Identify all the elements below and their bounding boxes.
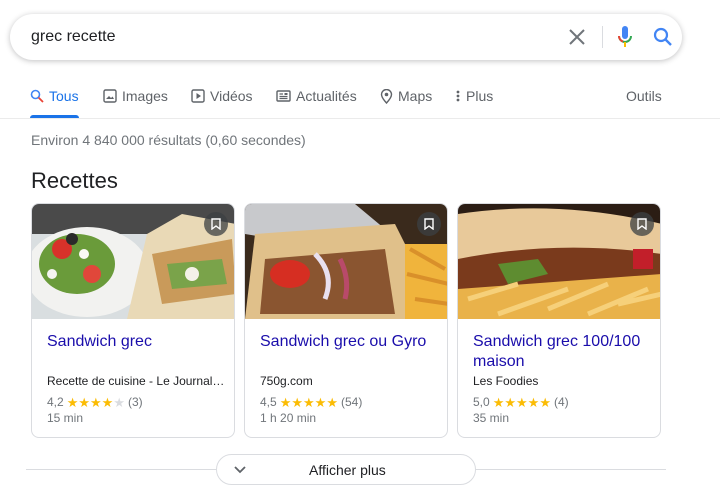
recipe-image	[458, 204, 660, 319]
star-filled-icon: ★	[279, 394, 292, 410]
recipe-source: Recette de cuisine - Le Journal…	[47, 374, 225, 388]
star-filled-icon: ★	[90, 394, 102, 410]
recipe-image	[245, 204, 447, 319]
star-filled-icon: ★	[516, 394, 528, 410]
recipe-image	[32, 204, 234, 319]
search-icon	[30, 89, 44, 103]
recipe-card[interactable]: Sandwich grec ou Gyro 750g.com 4,5 ★ ★ ★ ★ ★…	[244, 203, 448, 438]
close-icon	[569, 29, 585, 45]
tab-label: Plus	[466, 88, 494, 104]
tools-button[interactable]: Outils	[626, 82, 662, 118]
tab-images[interactable]: Images	[103, 82, 168, 118]
tabs-divider	[0, 118, 720, 119]
star-filled-icon: ★	[504, 394, 516, 410]
bookmark-button[interactable]	[204, 212, 228, 236]
recipe-title[interactable]: Sandwich grec 100/100 maison	[473, 332, 653, 372]
recipe-source: 750g.com	[260, 374, 313, 388]
image-icon	[103, 89, 117, 103]
search-bar[interactable]	[10, 14, 682, 60]
review-count: (54)	[340, 395, 363, 409]
star-rating: ★ ★ ★ ★ ★	[280, 396, 338, 409]
recipe-time: 35 min	[473, 411, 510, 425]
star-filled-icon: ★	[291, 394, 303, 410]
recipe-card[interactable]: Sandwich grec Recette de cuisine - Le Jo…	[31, 203, 235, 438]
tab-videos[interactable]: Vidéos	[191, 82, 253, 118]
review-count: (4)	[553, 395, 569, 409]
more-vert-icon	[456, 90, 460, 102]
tab-label: Actualités	[296, 88, 357, 104]
tab-label: Maps	[398, 88, 433, 104]
section-title: Recettes	[31, 168, 118, 193]
star-filled-icon: ★	[539, 394, 551, 410]
search-bar-divider	[602, 26, 603, 48]
show-more-button[interactable]: Afficher plus	[216, 454, 476, 485]
star-empty-icon: ★	[113, 394, 125, 410]
star-filled-icon: ★	[492, 394, 505, 410]
search-tabs: Tous Images Vidéos Actualités Maps Plus …	[0, 82, 720, 118]
search-input[interactable]	[31, 14, 531, 60]
recipe-rating: 4,5 ★ ★ ★ ★ ★ (54)	[260, 395, 362, 409]
bookmark-icon	[211, 218, 221, 230]
review-count: (3)	[127, 395, 143, 409]
star-filled-icon: ★	[101, 394, 114, 410]
recipe-title[interactable]: Sandwich grec ou Gyro	[260, 332, 440, 352]
bookmark-button[interactable]	[630, 212, 654, 236]
recipe-rating: 5,0 ★ ★ ★ ★ ★ (4)	[473, 395, 569, 409]
star-filled-icon: ★	[66, 394, 79, 410]
voice-search-button[interactable]	[613, 25, 637, 49]
rating-value: 4,5	[260, 395, 277, 409]
tools-label: Outils	[626, 88, 662, 104]
bookmark-icon	[424, 218, 434, 230]
tab-label: Vidéos	[210, 88, 253, 104]
recipe-title[interactable]: Sandwich grec	[47, 332, 227, 352]
star-filled-icon: ★	[78, 394, 90, 410]
star-filled-icon: ★	[326, 394, 338, 410]
star-filled-icon: ★	[527, 394, 540, 410]
show-more-label: Afficher plus	[309, 462, 386, 478]
recipe-rating: 4,2 ★ ★ ★ ★ ★ (3)	[47, 395, 143, 409]
tab-label: Tous	[49, 88, 79, 104]
bookmark-icon	[637, 218, 647, 230]
rating-value: 4,2	[47, 395, 64, 409]
tab-tous[interactable]: Tous	[30, 82, 79, 118]
recipe-card[interactable]: Sandwich grec 100/100 maison Les Foodies…	[457, 203, 661, 438]
star-filled-icon: ★	[314, 394, 327, 410]
rating-value: 5,0	[473, 395, 490, 409]
tab-maps[interactable]: Maps	[380, 82, 432, 118]
star-rating: ★ ★ ★ ★ ★	[67, 396, 125, 409]
recipe-time: 15 min	[47, 411, 84, 425]
map-pin-icon	[380, 89, 393, 104]
search-button[interactable]	[651, 25, 675, 49]
tab-label: Images	[122, 88, 168, 104]
clear-search-button[interactable]	[565, 25, 589, 49]
bookmark-button[interactable]	[417, 212, 441, 236]
tab-actualites[interactable]: Actualités	[276, 82, 357, 118]
microphone-icon	[618, 26, 632, 47]
tab-plus[interactable]: Plus	[455, 82, 493, 118]
news-icon	[276, 90, 291, 102]
chevron-down-icon	[234, 466, 246, 474]
result-stats: Environ 4 840 000 résultats (0,60 second…	[31, 132, 306, 148]
recipe-time: 1 h 20 min	[260, 411, 317, 425]
search-icon	[653, 27, 672, 46]
star-rating: ★ ★ ★ ★ ★	[493, 396, 551, 409]
video-icon	[191, 89, 205, 103]
recipe-source: Les Foodies	[473, 374, 539, 388]
star-filled-icon: ★	[303, 394, 315, 410]
